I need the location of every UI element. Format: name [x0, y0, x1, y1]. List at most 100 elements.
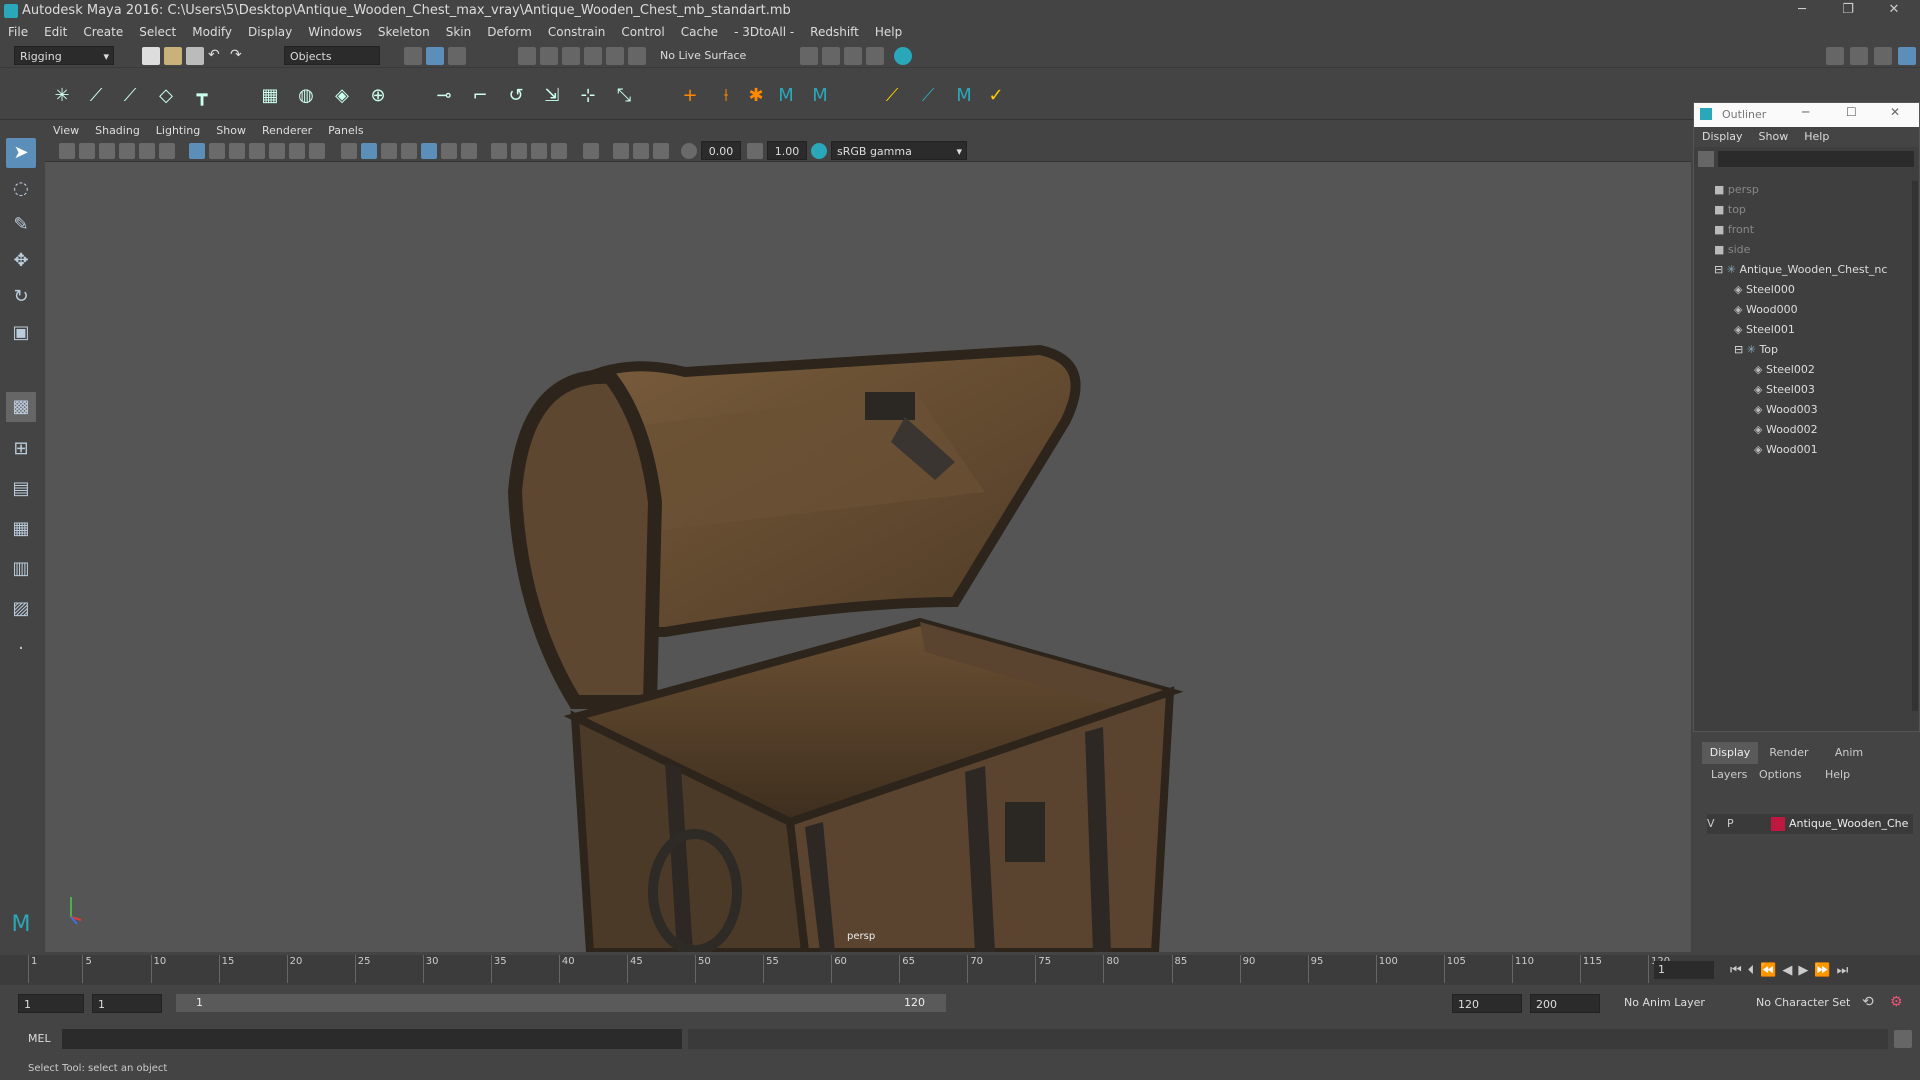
range-slider[interactable]: 1 120 — [176, 994, 946, 1012]
save-scene-icon[interactable] — [186, 47, 204, 65]
panel-menu-lighting[interactable]: Lighting — [148, 122, 208, 139]
two-view-layout-icon[interactable]: ▤ — [6, 474, 36, 504]
layer-visible-toggle[interactable]: V — [1707, 817, 1715, 830]
play-back-icon[interactable]: ◀ — [1782, 963, 1798, 978]
close-button[interactable]: ✕ — [1874, 2, 1914, 20]
panel-menu-show[interactable]: Show — [208, 122, 254, 139]
skin-weights-icon[interactable]: M — [774, 84, 798, 108]
color-management-icon[interactable] — [811, 143, 827, 159]
mirror-joint-icon[interactable]: ┳ — [190, 84, 214, 108]
move-tool-icon[interactable]: ✥ — [6, 246, 36, 276]
lasso-tool-icon[interactable]: ◌ — [6, 174, 36, 204]
smooth-shade-icon[interactable] — [361, 143, 377, 159]
character-set-dropdown[interactable]: No Character Set — [1756, 996, 1850, 1009]
outliner-close-button[interactable]: ✕ — [1890, 105, 1900, 119]
gamma-field[interactable]: 1.00 — [767, 141, 807, 160]
open-scene-icon[interactable] — [164, 47, 182, 65]
curve-tool-icon[interactable]: ⟊ — [714, 84, 738, 108]
perspective-viewport[interactable]: persp — [45, 162, 1691, 952]
cluster-icon[interactable]: ⊕ — [366, 84, 390, 108]
check-icon[interactable]: ✓ — [984, 84, 1008, 108]
grease-pencil-icon[interactable] — [159, 143, 175, 159]
anim-layer-dropdown[interactable]: No Anim Layer — [1624, 996, 1705, 1009]
layer-tab-display[interactable]: Display — [1702, 742, 1758, 764]
auto-key-icon[interactable]: ⟲ — [1862, 994, 1880, 1012]
menu-cache[interactable]: Cache — [673, 22, 726, 39]
exposure-icon[interactable] — [681, 143, 697, 159]
outliner-filter-icon[interactable] — [1698, 151, 1714, 167]
layer-color-swatch[interactable] — [1771, 817, 1785, 831]
gate-mask-icon[interactable] — [249, 143, 265, 159]
outliner-item[interactable]: ■ top — [1714, 201, 1746, 219]
layer-tab-render[interactable]: Render — [1761, 742, 1817, 764]
menu-control[interactable]: Control — [613, 22, 672, 39]
hypershade-icon[interactable] — [894, 47, 912, 65]
last-tool-icon[interactable]: ▩ — [6, 392, 36, 422]
snap-point-icon[interactable] — [562, 47, 580, 65]
menu-redshift[interactable]: Redshift — [802, 22, 867, 39]
wireframe-on-shaded-icon[interactable] — [381, 143, 397, 159]
menu-constrain[interactable]: Constrain — [540, 22, 614, 39]
layer-menu-layers[interactable]: Layers — [1711, 768, 1747, 781]
hik-icon[interactable]: ✱ — [744, 84, 768, 108]
attribute-editor-icon[interactable] — [1850, 47, 1868, 65]
parent-constraint-icon[interactable]: ⊸ — [432, 84, 456, 108]
hypershade-layout-icon[interactable]: ▨ — [6, 594, 36, 624]
render-settings-icon[interactable] — [866, 47, 884, 65]
field-chart-icon[interactable] — [269, 143, 285, 159]
outliner-menu-help[interactable]: Help — [1796, 127, 1837, 146]
next-key-icon[interactable]: ⏩ — [1814, 963, 1836, 978]
outliner-item[interactable]: ■ front — [1714, 221, 1754, 239]
channel-box-icon[interactable] — [1898, 47, 1916, 65]
bind-skin-icon[interactable]: ▦ — [258, 84, 282, 108]
ik-handle-icon[interactable]: ⟋ — [84, 84, 108, 108]
panel-menu-view[interactable]: View — [45, 122, 87, 139]
outliner-item[interactable]: ■ persp — [1714, 181, 1759, 199]
outliner-item[interactable]: ◈ Wood001 — [1754, 441, 1818, 459]
aim-constraint-icon[interactable]: ⊹ — [576, 84, 600, 108]
pole-vector-icon[interactable]: ⤡ — [612, 84, 636, 108]
xray-active-icon[interactable] — [633, 143, 649, 159]
screen-space-ao-icon[interactable] — [491, 143, 507, 159]
image-plane-icon[interactable] — [119, 143, 135, 159]
grid-icon[interactable] — [189, 143, 205, 159]
menu-skin[interactable]: Skin — [438, 22, 480, 39]
xray-joints-icon[interactable] — [653, 143, 669, 159]
select-tool-icon[interactable]: ➤ — [6, 138, 36, 168]
four-view-layout-icon[interactable]: ⊞ — [6, 434, 36, 464]
time-slider[interactable]: 1 5 10 15 20 25 30 35 40 45 50 55 60 65 70 75 80 85 90 95 10… — [0, 955, 1920, 985]
anim-preferences-icon[interactable]: ⚙ — [1890, 994, 1908, 1012]
menu-select[interactable]: Select — [131, 22, 184, 39]
collapse-toggle-icon[interactable]: ⊟ — [1734, 343, 1747, 356]
motion-blur-icon[interactable] — [511, 143, 527, 159]
maximize-button[interactable]: ❐ — [1828, 2, 1868, 20]
point-constraint-icon[interactable]: ⌐ — [468, 84, 492, 108]
exposure-field[interactable]: 0.00 — [701, 141, 741, 160]
ik-spline-icon[interactable]: ⟋ — [118, 84, 142, 108]
film-gate-icon[interactable] — [209, 143, 225, 159]
menu-help[interactable]: Help — [867, 22, 910, 39]
animation-start-field[interactable]: 1 — [18, 994, 84, 1013]
camera-select-icon[interactable] — [59, 143, 75, 159]
orient-constraint-icon[interactable]: ↺ — [504, 84, 528, 108]
joint-tool-icon[interactable]: ✳ — [50, 84, 74, 108]
tool-settings-icon[interactable] — [1874, 47, 1892, 65]
menu-modify[interactable]: Modify — [184, 22, 240, 39]
wireframe-icon[interactable] — [341, 143, 357, 159]
camera-attributes-icon[interactable] — [79, 143, 95, 159]
sculpt-icon[interactable]: ⟋ — [916, 84, 940, 108]
maya-shelf-icon[interactable]: M — [952, 84, 976, 108]
outliner-minimize-button[interactable]: ─ — [1802, 105, 1809, 119]
snap-view-plane-icon[interactable] — [584, 47, 602, 65]
menu-create[interactable]: Create — [75, 22, 131, 39]
render-frame-icon[interactable] — [822, 47, 840, 65]
go-to-start-icon[interactable]: ⏮ — [1730, 963, 1748, 978]
menu-skeleton[interactable]: Skeleton — [370, 22, 438, 39]
minimize-button[interactable]: ─ — [1782, 2, 1822, 20]
outliner-item[interactable]: ◈ Wood000 — [1734, 301, 1798, 319]
step-back-icon[interactable]: ⏴ — [1748, 963, 1761, 978]
outliner-item[interactable]: ◈ Wood002 — [1754, 421, 1818, 439]
collapse-toggle-icon[interactable]: ⊟ — [1714, 263, 1727, 276]
select-by-object-icon[interactable] — [426, 47, 444, 65]
safe-title-icon[interactable] — [309, 143, 325, 159]
